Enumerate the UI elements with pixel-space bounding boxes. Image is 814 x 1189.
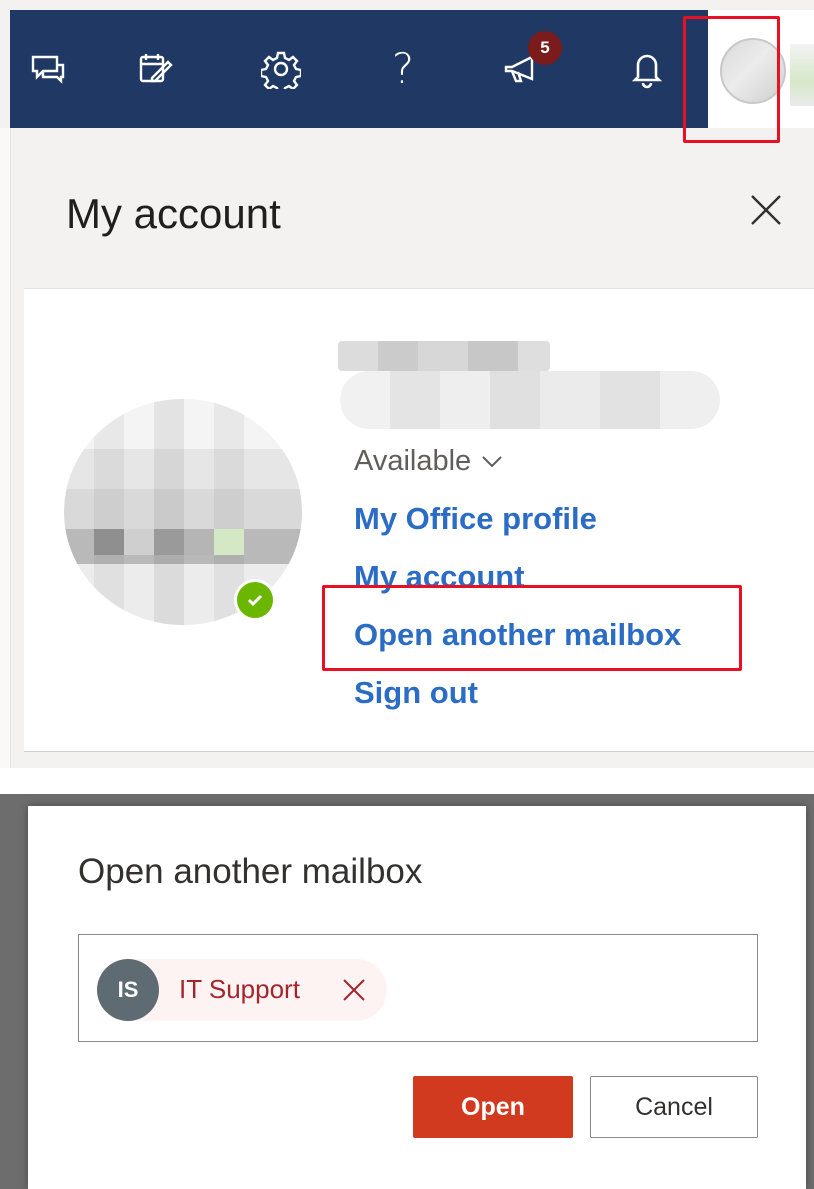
redacted-display-name [338,341,550,371]
remove-mailbox-button[interactable] [341,977,367,1003]
tasks-button[interactable] [130,44,180,94]
dialog-title: Open another mailbox [78,852,423,891]
left-gutter [0,128,11,768]
persona-name: IT Support [179,974,300,1004]
account-panel-body: Available My Office profile My account O… [24,288,814,752]
close-icon [751,195,781,225]
account-panel-header: My account [24,128,814,288]
persona-initials: IS [97,959,159,1021]
task-icon [139,54,173,83]
annotation-highlight-avatar [683,16,780,143]
photo-blur [94,529,244,555]
open-button[interactable]: Open [413,1076,573,1138]
gear-icon [261,51,301,89]
chat-icon [31,55,65,84]
close-panel-button[interactable] [746,190,786,230]
close-icon [343,979,365,1001]
panel-title: My account [66,190,281,237]
bell-icon [631,54,663,89]
notification-count-badge: 5 [528,31,562,65]
annotation-highlight-open-mailbox [322,585,742,671]
chat-button[interactable] [22,44,72,94]
checkmark-icon [247,594,263,607]
selected-mailbox-chip[interactable]: IS IT Support [97,959,387,1021]
presence-status-dropdown[interactable]: Available [354,445,503,478]
suite-header: ? [10,10,708,128]
redacted-email [340,371,720,429]
presence-status-label: Available [354,445,472,477]
office-profile-link[interactable]: My Office profile [354,501,597,537]
help-icon: ? [391,44,415,93]
notifications-button[interactable] [622,44,672,94]
separator [0,768,814,794]
presence-indicator [234,579,276,621]
sign-out-link[interactable]: Sign out [354,675,478,711]
open-mailbox-dialog: Open another mailbox IS IT Support Open … [28,806,806,1189]
avatar-edge [790,44,814,106]
settings-button[interactable] [256,44,306,94]
chevron-down-icon [482,455,502,467]
mailbox-picker-input[interactable]: IS IT Support [78,934,758,1042]
help-button[interactable]: ? [378,44,428,94]
cancel-button[interactable]: Cancel [590,1076,758,1138]
